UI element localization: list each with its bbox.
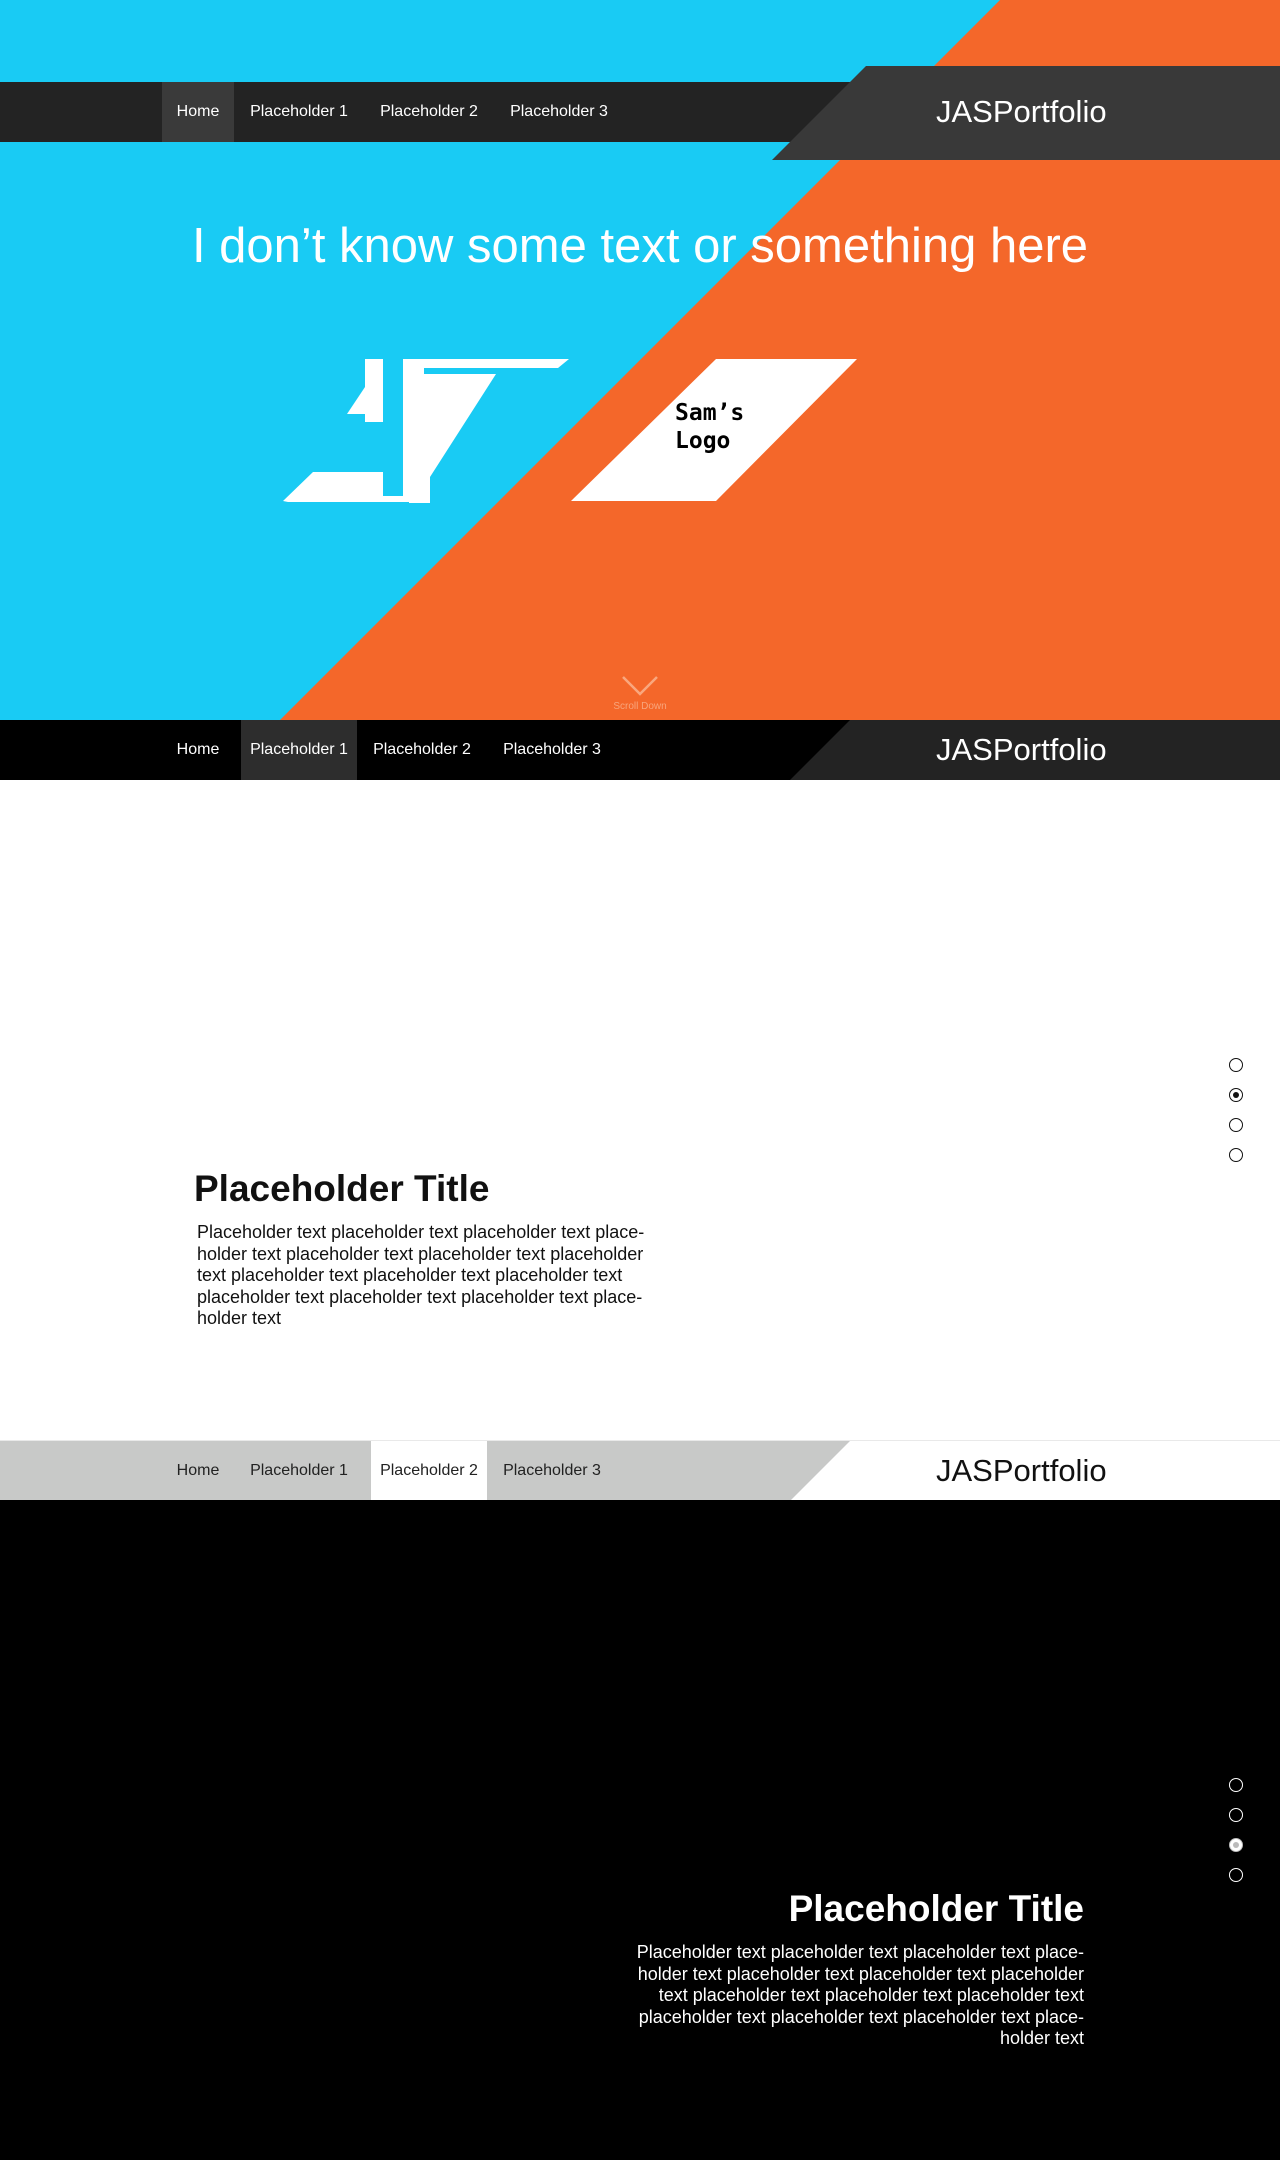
nav-placeholder-3[interactable]: Placeholder 3	[487, 720, 617, 780]
pagination-dot-4[interactable]	[1229, 1868, 1243, 1882]
scroll-down-label[interactable]: Scroll Down	[0, 701, 1280, 712]
section-nav-bar-light: Home Placeholder 1 Placeholder 2 Placeho…	[0, 1440, 1280, 1501]
pagination-dot-2[interactable]	[1229, 1808, 1243, 1822]
nav-placeholder-2[interactable]: Placeholder 2	[357, 720, 487, 780]
nav-placeholder-2[interactable]: Placeholder 2	[371, 1441, 487, 1501]
pagination-dot-3-active[interactable]	[1229, 1838, 1243, 1852]
pagination-dot-1[interactable]	[1229, 1058, 1243, 1072]
nav-placeholder-3[interactable]: Placeholder 3	[487, 1441, 617, 1501]
nav-placeholder-1[interactable]: Placeholder 1	[234, 1441, 364, 1501]
brand-logo-text[interactable]: JASPortfolio	[936, 94, 1107, 130]
hero-section: Home Placeholder 1 Placeholder 2 Placeho…	[0, 0, 1280, 720]
section-body-text: Placeholder text placeholder text placeh…	[636, 1942, 1084, 2048]
jas-logo	[283, 359, 569, 503]
nav-menu: Home Placeholder 1 Placeholder 2 Placeho…	[162, 1441, 617, 1501]
content-section-light: Placeholder Title Placeholder text place…	[0, 780, 1280, 1440]
pagination-dot-3[interactable]	[1229, 1118, 1243, 1132]
brand-logo-text[interactable]: JASPortfolio	[936, 732, 1107, 768]
pagination-dot-1[interactable]	[1229, 1778, 1243, 1792]
nav-home[interactable]: Home	[162, 82, 234, 142]
section-pagination-dots	[1229, 1058, 1245, 1178]
section-title: Placeholder Title	[788, 1888, 1084, 1929]
hero-headline: I don’t know some text or something here	[191, 219, 1089, 273]
section-title: Placeholder Title	[194, 1168, 490, 1209]
pagination-dot-2-active[interactable]	[1229, 1088, 1243, 1102]
nav-placeholder-3[interactable]: Placeholder 3	[494, 82, 624, 142]
top-nav-bar: Home Placeholder 1 Placeholder 2 Placeho…	[0, 66, 1280, 160]
pagination-dot-4[interactable]	[1229, 1148, 1243, 1162]
section-body-text: Placeholder text placeholder text placeh…	[197, 1222, 645, 1328]
chevron-down-icon[interactable]	[622, 676, 658, 696]
nav-placeholder-1[interactable]: Placeholder 1	[234, 82, 364, 142]
nav-menu: Home Placeholder 1 Placeholder 2 Placeho…	[162, 82, 624, 142]
sams-logo-line-2: Logo	[675, 428, 731, 454]
nav-home[interactable]: Home	[162, 720, 234, 780]
nav-placeholder-1[interactable]: Placeholder 1	[241, 720, 357, 780]
brand-logo-text[interactable]: JASPortfolio	[936, 1453, 1107, 1489]
section-pagination-dots	[1229, 1778, 1245, 1898]
nav-menu: Home Placeholder 1 Placeholder 2 Placeho…	[162, 720, 617, 780]
nav-home[interactable]: Home	[162, 1441, 234, 1501]
sams-logo-line-1: Sam’s	[675, 400, 745, 426]
content-section-dark: Placeholder Title Placeholder text place…	[0, 1500, 1280, 2160]
section-nav-bar-dark: Home Placeholder 1 Placeholder 2 Placeho…	[0, 720, 1280, 780]
nav-placeholder-2[interactable]: Placeholder 2	[364, 82, 494, 142]
sams-logo-text: Sam’s Logo	[675, 399, 744, 455]
